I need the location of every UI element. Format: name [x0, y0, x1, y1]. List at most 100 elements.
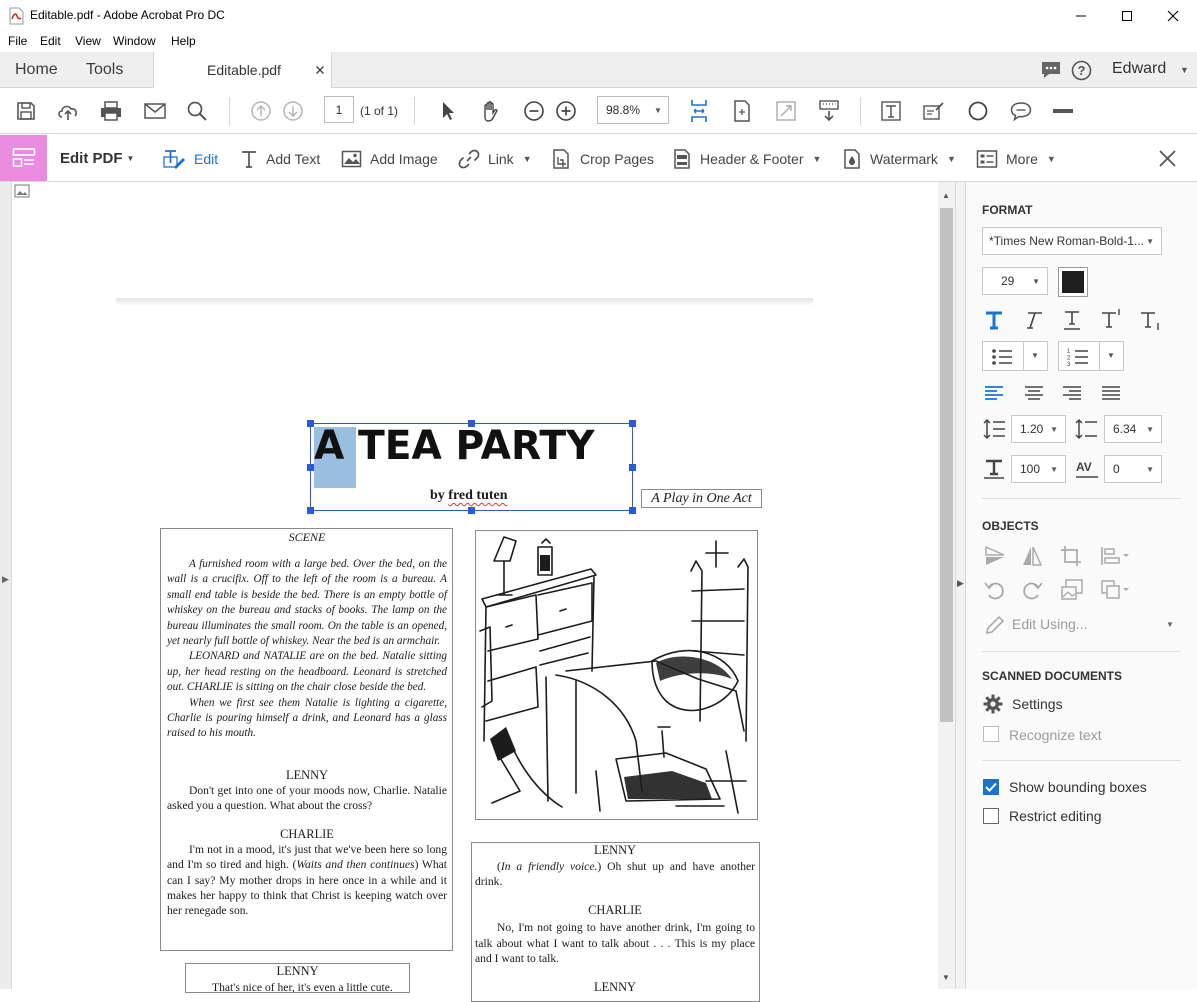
hand-tool-button[interactable] [477, 97, 505, 125]
align-left-icon[interactable] [984, 385, 1004, 401]
scroll-up-arrow-icon[interactable]: ▲ [942, 191, 950, 200]
edit-button[interactable]: Edit [162, 135, 218, 182]
resize-handle[interactable] [307, 420, 314, 427]
read-mode-button[interactable] [815, 97, 843, 125]
previous-page-button[interactable] [247, 97, 275, 125]
right-panel-toggle-strip[interactable]: ▶ [955, 182, 966, 989]
close-edit-pdf-button[interactable] [1158, 149, 1177, 171]
resize-handle[interactable] [629, 420, 636, 427]
rotate-clockwise-icon[interactable] [1021, 579, 1043, 601]
scene-text-box[interactable]: SCENE A furnished room with a large bed.… [160, 528, 453, 951]
search-button[interactable] [183, 97, 211, 125]
expand-left-panel-icon[interactable]: ▶ [2, 574, 9, 585]
flip-vertical-icon[interactable] [984, 545, 1006, 567]
watermark-button[interactable]: Watermark ▼ [842, 135, 956, 182]
draw-circle-button[interactable] [964, 97, 992, 125]
email-button[interactable] [141, 97, 169, 125]
show-bounding-boxes-label[interactable]: Show bounding boxes [1009, 779, 1147, 795]
comment-bubble-icon[interactable] [1040, 60, 1062, 80]
sign-button[interactable] [920, 97, 948, 125]
minimize-button[interactable] [1058, 0, 1104, 31]
italic-text-icon[interactable] [1022, 309, 1044, 331]
font-size-dropdown[interactable]: 29 ▼ [982, 267, 1048, 295]
user-name[interactable]: Edward [1112, 60, 1166, 78]
menu-help[interactable]: Help [171, 34, 196, 48]
horizontal-scaling-dropdown[interactable]: 100 ▼ [1011, 455, 1066, 483]
replace-image-icon[interactable] [1060, 578, 1084, 602]
byline[interactable]: by fred tuten [430, 488, 508, 504]
header-footer-button[interactable]: Header & Footer ▼ [672, 135, 821, 182]
print-button[interactable] [97, 97, 125, 125]
close-window-button[interactable] [1150, 0, 1196, 31]
superscript-text-icon[interactable] [1100, 307, 1124, 331]
text-color-picker[interactable] [1058, 267, 1088, 297]
save-button[interactable] [12, 97, 40, 125]
add-text-button[interactable]: Add Text [240, 135, 320, 182]
tab-home[interactable]: Home [15, 61, 58, 79]
underline-text-icon[interactable] [1061, 309, 1083, 331]
recognize-text-checkbox[interactable] [983, 726, 999, 742]
rotate-counterclockwise-icon[interactable] [984, 579, 1006, 601]
maximize-button[interactable] [1104, 0, 1150, 31]
crop-pages-button[interactable]: Crop Pages [550, 135, 654, 182]
highlight-line-button[interactable] [1049, 97, 1077, 125]
user-menu-chevron-icon[interactable]: ▼ [1180, 65, 1189, 75]
menu-file[interactable]: File [8, 34, 27, 48]
arrange-objects-icon[interactable] [1100, 579, 1130, 601]
collapse-right-panel-icon[interactable]: ▶ [957, 578, 964, 589]
edit-pdf-tool-icon[interactable] [0, 135, 47, 181]
zoom-select[interactable]: 98.8% ▼ [597, 96, 669, 124]
rotate-view-button[interactable] [728, 97, 756, 125]
dialogue-text-box[interactable]: LENNY (In a friendly voice.) Oh shut up … [471, 842, 760, 1002]
tab-tools[interactable]: Tools [86, 61, 123, 79]
edit-using-chevron-icon[interactable]: ▼ [1166, 620, 1174, 629]
left-navigation-strip[interactable]: ▶ [0, 182, 12, 989]
gear-icon[interactable] [983, 694, 1003, 714]
scroll-mode-button[interactable] [685, 97, 713, 125]
scan-settings-label[interactable]: Settings [1012, 696, 1063, 712]
show-bounding-boxes-checkbox[interactable] [983, 779, 999, 795]
edit-using-label[interactable]: Edit Using... [1012, 616, 1087, 632]
upload-button[interactable] [54, 97, 82, 125]
crop-image-icon[interactable] [1060, 545, 1082, 567]
resize-handle[interactable] [307, 507, 314, 514]
align-objects-icon[interactable] [1100, 545, 1130, 567]
resize-handle[interactable] [468, 420, 475, 427]
add-comment-button[interactable] [1007, 97, 1035, 125]
resize-handle[interactable] [629, 464, 636, 471]
menu-view[interactable]: View [75, 34, 101, 48]
character-spacing-dropdown[interactable]: 0 ▼ [1104, 455, 1162, 483]
play-title[interactable]: A TEA PARTY [314, 424, 595, 468]
resize-handle[interactable] [468, 507, 475, 514]
zoom-out-button[interactable] [520, 97, 548, 125]
numbered-list-dropdown[interactable]: 123 ▼ [1058, 341, 1124, 371]
close-tab-icon[interactable] [315, 65, 325, 75]
bold-text-icon[interactable] [983, 309, 1005, 331]
paragraph-spacing-dropdown[interactable]: 6.34 ▼ [1104, 415, 1162, 443]
subscript-text-icon[interactable] [1139, 309, 1163, 333]
link-button[interactable]: Link ▼ [458, 135, 532, 182]
add-image-button[interactable]: Add Image [341, 135, 438, 182]
resize-handle[interactable] [629, 507, 636, 514]
page-number-input[interactable]: 1 [324, 96, 354, 123]
add-text-box-button[interactable] [877, 97, 905, 125]
image-object-icon[interactable] [14, 184, 30, 198]
select-tool-button[interactable] [434, 97, 462, 125]
more-button[interactable]: More ▼ [976, 135, 1056, 182]
align-center-icon[interactable] [1024, 385, 1044, 401]
align-justify-icon[interactable] [1101, 385, 1121, 401]
font-family-dropdown[interactable]: *Times New Roman-Bold-1... ▼ [982, 227, 1162, 255]
edit-pdf-menu[interactable]: Edit PDF ▼ [60, 135, 134, 182]
flip-horizontal-icon[interactable] [1021, 545, 1043, 567]
menu-window[interactable]: Window [113, 34, 156, 48]
tab-document[interactable]: Editable.pdf [153, 52, 332, 88]
zoom-in-button[interactable] [552, 97, 580, 125]
menu-edit[interactable]: Edit [40, 34, 61, 48]
restrict-editing-label[interactable]: Restrict editing [1009, 808, 1102, 824]
restrict-editing-checkbox[interactable] [983, 808, 999, 824]
subtitle-text-box[interactable]: A Play in One Act [641, 489, 762, 508]
line-spacing-dropdown[interactable]: 1.20 ▼ [1011, 415, 1066, 443]
align-right-icon[interactable] [1062, 385, 1082, 401]
bullet-list-dropdown[interactable]: ▼ [982, 341, 1048, 371]
title-text-box[interactable]: A TEA PARTY by fred tuten [307, 420, 636, 514]
